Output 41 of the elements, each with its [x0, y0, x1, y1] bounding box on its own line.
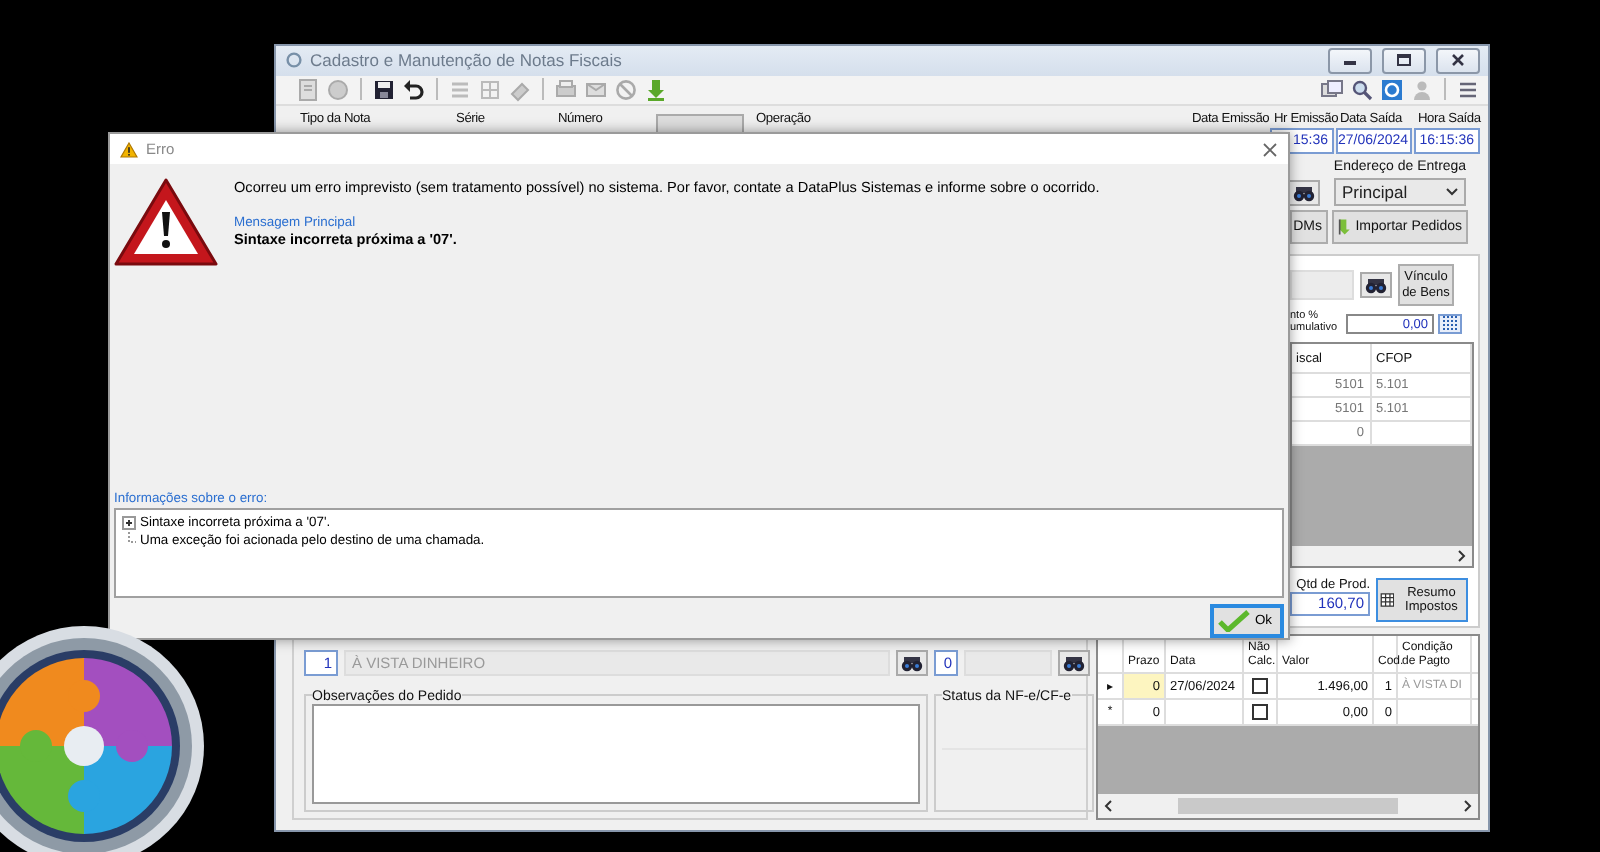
maximize-icon: [1396, 54, 1412, 67]
import-icon: [1338, 216, 1352, 238]
close-button[interactable]: [1436, 47, 1480, 74]
columns-button[interactable]: [1438, 313, 1462, 333]
search-button[interactable]: [896, 650, 928, 676]
refresh-icon[interactable]: [1380, 77, 1404, 102]
save-icon[interactable]: [372, 77, 396, 102]
search-button[interactable]: [1360, 272, 1392, 298]
download-icon[interactable]: [644, 77, 668, 102]
checkbox[interactable]: [1252, 678, 1268, 694]
minimize-button[interactable]: [1328, 47, 1372, 74]
search-button[interactable]: [1058, 650, 1090, 676]
undo-icon[interactable]: [402, 77, 426, 102]
search-icon[interactable]: [1350, 77, 1374, 102]
scroll-left-icon: [1104, 800, 1112, 812]
binoculars-icon: [1364, 277, 1388, 293]
table-icon: [1380, 588, 1395, 612]
expand-icon: [122, 515, 136, 530]
input-field[interactable]: [1290, 270, 1354, 300]
close-icon: [1450, 54, 1466, 67]
notes-field[interactable]: [312, 704, 920, 804]
windows-icon[interactable]: [1320, 77, 1344, 102]
scroll-right-icon: [1464, 800, 1472, 812]
checkbox[interactable]: [1252, 704, 1268, 720]
binoculars-icon: [900, 655, 924, 671]
binoculars-icon: [1062, 655, 1086, 671]
menu-icon[interactable]: [1456, 77, 1480, 102]
scroll-right-icon: [1458, 550, 1466, 562]
maximize-button[interactable]: [1382, 47, 1426, 74]
columns-icon: [1442, 316, 1458, 330]
search-button[interactable]: [1288, 180, 1320, 206]
check-icon: [1218, 610, 1250, 632]
address-dropdown[interactable]: Principal: [1334, 178, 1466, 206]
scrollbar-thumb[interactable]: [1178, 798, 1398, 814]
chevron-icon: [1446, 188, 1458, 196]
binoculars-icon: [1292, 185, 1316, 201]
close-icon[interactable]: [1262, 141, 1278, 157]
window-title: Cadastro e Manutenção de Notas Fiscais: [310, 50, 624, 71]
app-icon: [286, 52, 302, 69]
warning-icon: [120, 141, 138, 157]
warning-icon: [112, 176, 220, 268]
